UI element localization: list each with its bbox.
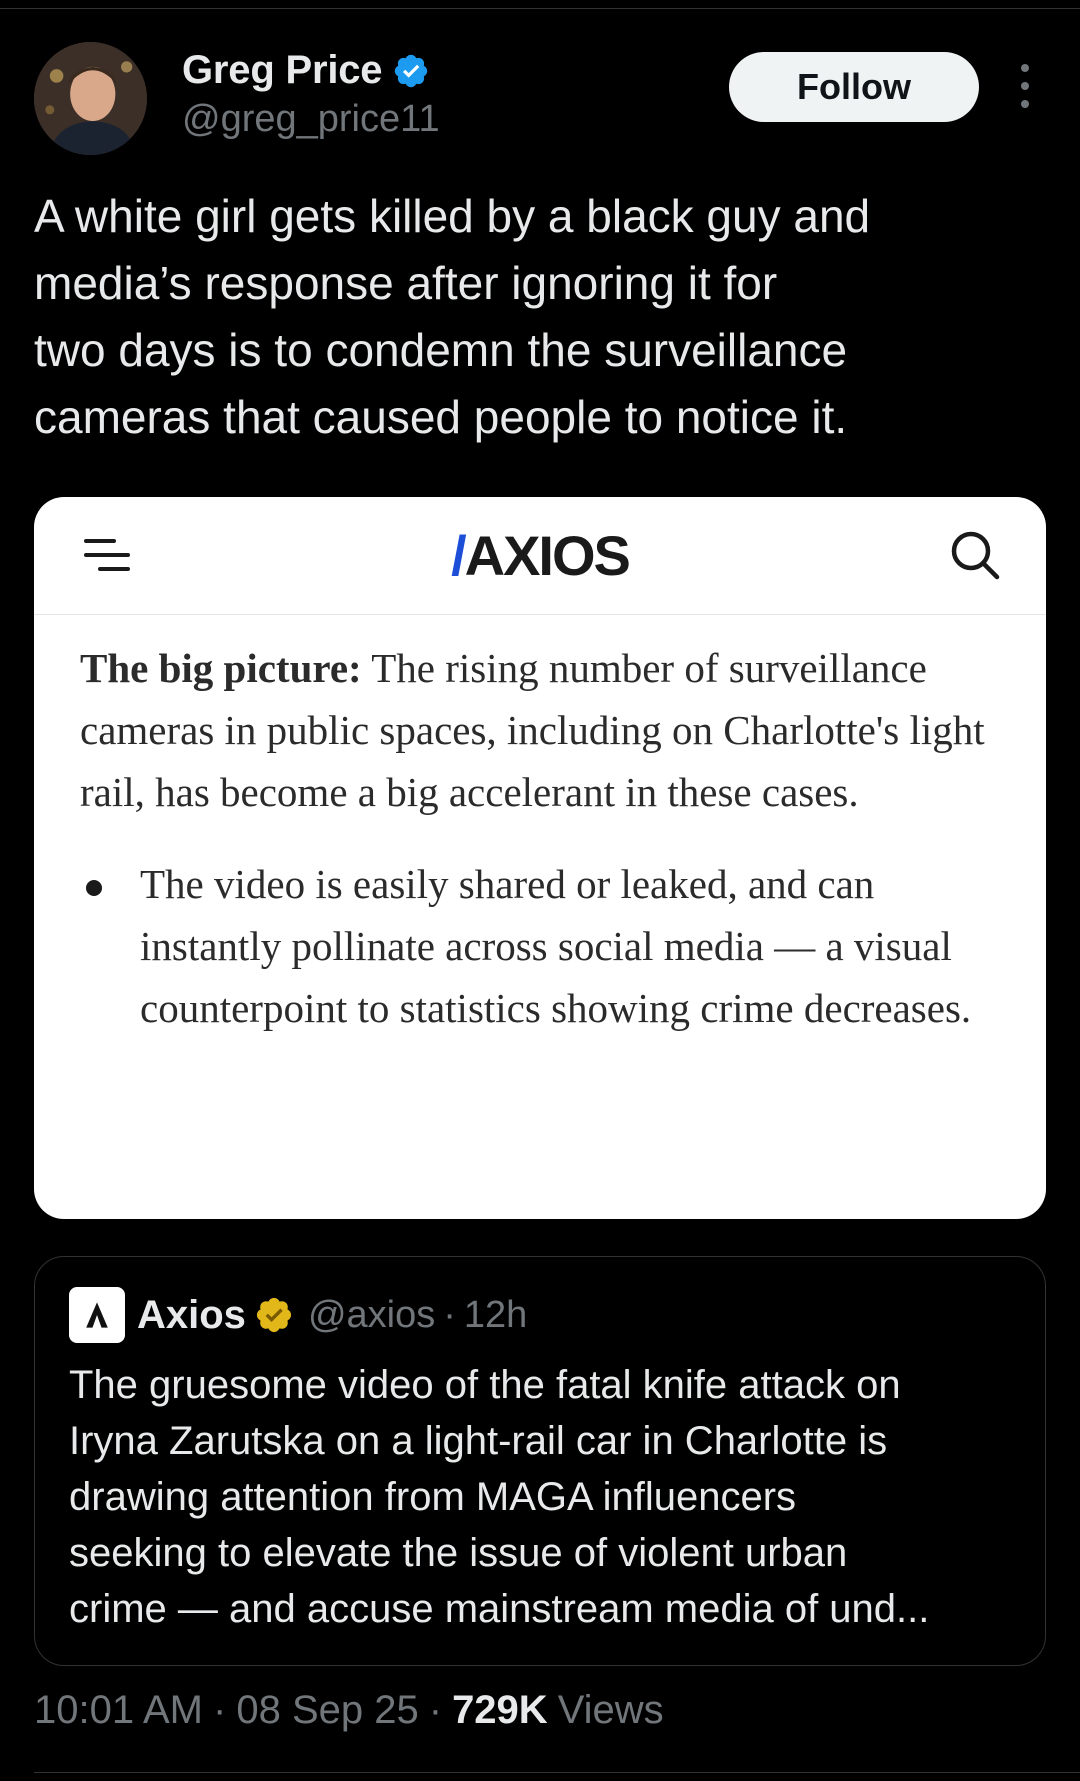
article-lead-bold: The big picture: [80,645,362,691]
search-icon [951,531,1000,580]
tweet-page: Greg Price @greg_price11 Follow A white … [0,0,1080,1781]
author-name-row: Greg Price [182,48,430,93]
media-image[interactable]: /AXIOS The big picture: The rising numbe… [34,497,1046,1219]
axios-logo-text: AXIOS [464,524,631,587]
bottom-divider [34,1772,1080,1773]
more-vertical-icon[interactable] [1010,64,1040,108]
separator: · [428,1688,443,1732]
axios-logo-icon [86,1302,108,1328]
dot [1021,82,1029,90]
follow-button[interactable]: Follow [729,52,979,122]
article-bullet-text: The video is easily shared or leaked, an… [140,861,972,1031]
profile-photo-icon [34,42,147,155]
verified-badge-icon [395,54,428,87]
tweet-time[interactable]: 10:01 AM [34,1688,203,1733]
avatar[interactable] [34,42,147,155]
axios-header-bar: /AXIOS [34,497,1046,615]
bullet-dot-icon [86,880,102,896]
tweet-meta: 10:01 AM · 08 Sep 25 · 729K Views [34,1688,664,1733]
gold-verified-badge-icon [256,1297,292,1333]
separator: · [213,1688,227,1732]
views-count: 729K [452,1688,548,1732]
quoted-author-name[interactable]: Axios [137,1293,246,1338]
axios-logo: /AXIOS [451,524,631,587]
author-handle[interactable]: @greg_price11 [182,98,440,141]
article-lead: The big picture: The rising number of su… [80,637,1010,823]
dot [1021,100,1029,108]
tweet-text: A white girl gets killed by a black guy … [34,190,871,443]
top-divider [0,0,1080,9]
quoted-tweet-header: Axios @axios · 12h [69,1287,527,1343]
quoted-author-handle[interactable]: @axios [308,1294,435,1337]
views-label: Views [557,1688,664,1732]
article-bullet: The video is easily shared or leaked, an… [80,853,1010,1039]
tweet-date[interactable]: 08 Sep 25 [236,1688,418,1733]
axios-avatar[interactable] [69,1287,125,1343]
dot [1021,64,1029,72]
quoted-tweet-text: The gruesome video of the fatal knife at… [69,1363,930,1631]
quoted-tweet-card[interactable]: Axios @axios · 12h The gruesome video of… [34,1256,1046,1666]
separator: · [443,1293,456,1336]
author-display-name[interactable]: Greg Price [182,48,383,93]
quoted-tweet-time[interactable]: 12h [464,1294,527,1337]
article-excerpt: The big picture: The rising number of su… [80,637,1010,1039]
